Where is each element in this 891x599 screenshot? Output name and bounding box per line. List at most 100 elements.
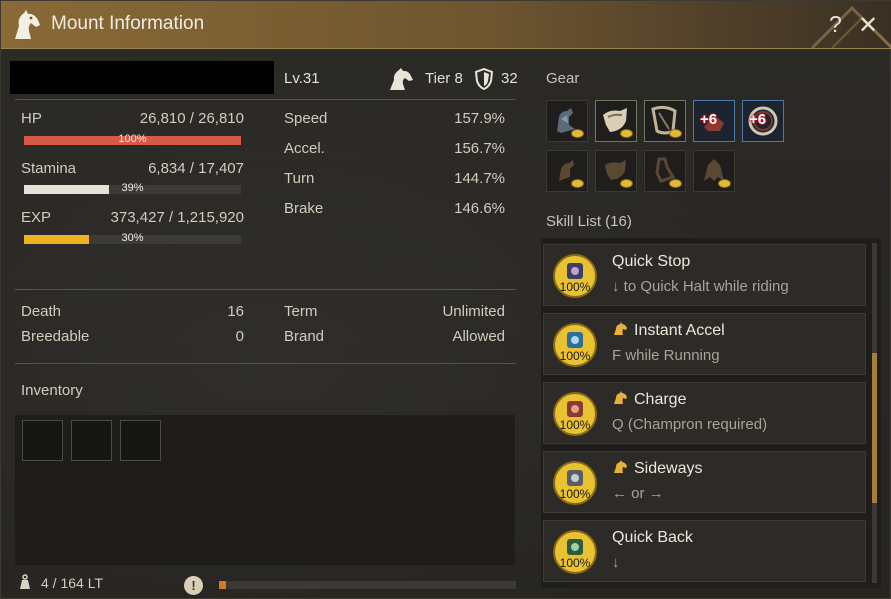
skill-item-sideways[interactable]: 100% Sideways ← or → xyxy=(543,451,866,513)
stamina-bar: 39% xyxy=(24,182,241,194)
skill-item-charge[interactable]: 100% Charge Q (Champron required) xyxy=(543,382,866,444)
mount-level: Lv.31 xyxy=(284,70,320,87)
term-value: Unlimited xyxy=(442,303,505,320)
skill-name: Sideways xyxy=(612,460,702,478)
coin-icon xyxy=(571,179,584,188)
horse-skill-icon xyxy=(614,460,627,473)
skill-name: Instant Accel xyxy=(612,322,725,340)
hp-bar: 100% xyxy=(24,133,241,145)
help-icon[interactable]: ? xyxy=(829,11,842,38)
speed-value: 157.9% xyxy=(454,110,505,127)
weight-bar-fill xyxy=(219,581,227,589)
coin-icon xyxy=(620,129,633,138)
coin-icon xyxy=(669,179,682,188)
warning-icon[interactable]: ! xyxy=(184,576,203,595)
skill-badge-text: 100% xyxy=(560,280,591,294)
exp-percent: 30% xyxy=(121,232,144,244)
skill-desc: ← or → xyxy=(612,485,664,502)
skill-badge-icon: 100% xyxy=(553,323,597,367)
speed-label: Speed xyxy=(284,110,328,127)
gear-slot-horseshoe[interactable]: +6 xyxy=(693,100,735,142)
stamina-percent: 39% xyxy=(121,182,144,194)
exp-label: EXP xyxy=(21,209,52,226)
brake-value: 146.6% xyxy=(454,200,505,217)
skill-name-text: Charge xyxy=(634,391,687,408)
hp-label: HP xyxy=(21,110,42,127)
skill-desc: ↓ xyxy=(612,554,620,571)
shield-icon xyxy=(475,68,493,90)
horse-skill-icon xyxy=(614,391,627,404)
close-icon[interactable]: ✕ xyxy=(858,11,878,40)
breedable-label: Breedable xyxy=(21,328,90,345)
skill-badge-text: 100% xyxy=(560,418,591,432)
skill-item-quick-back[interactable]: 100% Quick Back ↓ xyxy=(543,520,866,582)
death-label: Death xyxy=(21,303,62,320)
title-bar[interactable]: Mount Information ? ✕ xyxy=(1,1,891,49)
skill-item-instant-accel[interactable]: 100% Instant Accel F while Running xyxy=(543,313,866,375)
gear-title: Gear xyxy=(546,70,580,87)
coin-icon xyxy=(620,179,633,188)
skill-badge-icon: 100% xyxy=(553,392,597,436)
brand-value: Allowed xyxy=(452,328,505,345)
skill-desc: Q (Champron required) xyxy=(612,416,768,433)
divider xyxy=(15,289,516,290)
skill-desc: ↓ to Quick Halt while riding xyxy=(612,278,789,295)
gear-slot-horse-armor[interactable] xyxy=(546,100,588,142)
turn-label: Turn xyxy=(284,170,315,187)
hp-value: 26,810 / 26,810 xyxy=(139,110,244,127)
skill-badge-text: 100% xyxy=(560,556,591,570)
mount-tier: Tier 8 xyxy=(425,70,463,87)
gear-slot-empty[interactable] xyxy=(644,150,686,192)
gear-slot-empty[interactable] xyxy=(595,150,637,192)
horse-head-icon xyxy=(15,10,40,39)
enhancement-level: +6 xyxy=(749,111,767,128)
turn-value: 144.7% xyxy=(454,170,505,187)
horse-skill-icon xyxy=(614,322,627,335)
gear-slot-empty[interactable] xyxy=(693,150,735,192)
weight-icon xyxy=(20,574,30,589)
gear-slot-saddle[interactable] xyxy=(595,100,637,142)
skill-name: Quick Back xyxy=(612,529,693,546)
skill-desc: F while Running xyxy=(612,347,720,364)
mount-name-redacted xyxy=(10,61,274,94)
inventory-slot[interactable] xyxy=(22,420,63,461)
inventory-slot[interactable] xyxy=(71,420,112,461)
term-label: Term xyxy=(284,303,318,320)
divider xyxy=(15,99,516,100)
skill-badge-text: 100% xyxy=(560,349,591,363)
inventory-title: Inventory xyxy=(21,382,83,399)
inventory-slot[interactable] xyxy=(120,420,161,461)
skill-badge-icon: 100% xyxy=(553,530,597,574)
weight-bar xyxy=(219,581,516,589)
accel-label: Accel. xyxy=(284,140,325,157)
coin-icon xyxy=(718,179,731,188)
skill-list-title: Skill List (16) xyxy=(546,213,632,230)
accel-value: 156.7% xyxy=(454,140,505,157)
stamina-label: Stamina xyxy=(21,160,77,177)
brand-label: Brand xyxy=(284,328,325,345)
gear-slot-empty[interactable] xyxy=(546,150,588,192)
coin-icon xyxy=(571,129,584,138)
weight-value: 4 / 164 LT xyxy=(41,575,104,591)
enhancement-level: +6 xyxy=(700,111,718,128)
brake-label: Brake xyxy=(284,200,324,217)
skill-badge-text: 100% xyxy=(560,487,591,501)
exp-value: 373,427 / 1,215,920 xyxy=(110,209,244,226)
skill-badge-icon: 100% xyxy=(553,461,597,505)
mount-tier-value: 32 xyxy=(501,70,518,87)
skill-name: Quick Stop xyxy=(612,253,691,270)
skill-name-text: Instant Accel xyxy=(634,322,725,339)
gear-slot-stirrups[interactable] xyxy=(644,100,686,142)
skill-item-quick-stop[interactable]: 100% Quick Stop ↓ to Quick Halt while ri… xyxy=(543,244,866,306)
skill-name: Charge xyxy=(612,391,686,409)
skill-badge-icon: 100% xyxy=(553,254,597,298)
exp-bar: 30% xyxy=(24,232,241,244)
window-title: Mount Information xyxy=(51,13,205,34)
hp-percent: 100% xyxy=(118,133,147,145)
skill-list-scroll-thumb[interactable] xyxy=(872,353,877,503)
stamina-value: 6,834 / 17,407 xyxy=(148,160,244,177)
divider xyxy=(15,363,516,364)
mount-information-window: Mount Information ? ✕ Lv.31 Tier 8 32 HP… xyxy=(0,0,891,599)
gear-slot-horseshoe-ring[interactable]: +6 xyxy=(742,100,784,142)
coin-icon xyxy=(669,129,682,138)
